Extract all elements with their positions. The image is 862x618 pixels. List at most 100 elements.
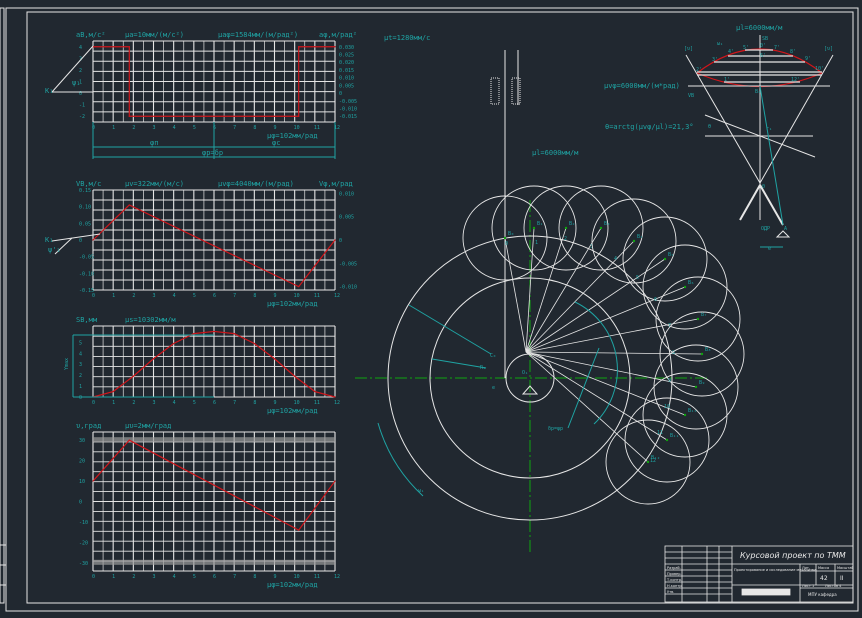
b-point <box>646 460 650 464</box>
mu-l-cam-label: μl=6000мм/м <box>532 149 579 157</box>
omega-top-label: ω₁ <box>717 41 723 47</box>
data-point <box>128 46 130 48</box>
ray-line <box>525 351 686 416</box>
b-point-label: B₃ <box>604 221 610 227</box>
profile-point-label: 9 <box>668 378 671 384</box>
x-tick-label: 2 <box>132 293 135 299</box>
x-tick-label: 8 <box>253 293 256 299</box>
b-point-label: B₀ <box>508 231 514 237</box>
b-point-label: B₅ <box>668 252 674 258</box>
top-point-label: 4' <box>728 49 734 55</box>
a-label: A <box>784 226 787 232</box>
y2-tick-label: 0 <box>339 91 342 97</box>
data-point <box>334 46 336 48</box>
x-tick-label: 10 <box>294 125 300 131</box>
y-tick-label: 2 <box>79 68 82 74</box>
ray-line <box>525 351 703 355</box>
profile-point-label: 12 <box>650 458 656 464</box>
profile-point-label: 11 <box>657 430 663 436</box>
title-block-scale: II <box>840 575 844 582</box>
y-tick-label: -0.15 <box>79 288 94 294</box>
title-block-role: Т.контр. <box>666 578 682 582</box>
top-point-label: 7' <box>774 45 780 51</box>
c0-dim <box>408 304 492 355</box>
ray-line <box>504 237 527 353</box>
psi-label: ψ₁ <box>72 79 80 87</box>
b-point <box>632 239 636 243</box>
data-point <box>112 390 114 393</box>
y2-tick-label: -0.010 <box>339 285 357 291</box>
b-point <box>694 385 698 389</box>
title-block-mass-header: Масса <box>818 566 829 570</box>
y2-tick-label: 0.005 <box>339 215 354 221</box>
e-label: e <box>768 246 771 252</box>
chart-2: 0 1 2 3 4 5 6 7 8 9 10 11 120.150.100.050-0.05-0.10-… <box>45 180 357 308</box>
x-tick-label: 12 <box>334 400 340 406</box>
b-point <box>564 226 568 230</box>
profile-point-label: 4 <box>614 256 617 262</box>
data-point <box>294 375 296 377</box>
delta-label: δр=φр <box>548 426 563 432</box>
data-point <box>298 115 300 117</box>
vb-label: VB <box>688 93 694 99</box>
x-tick-label: 9 <box>274 293 277 299</box>
b-point <box>700 352 704 356</box>
x-tick-label: 6 <box>213 125 216 131</box>
title-block-role: Разраб. <box>667 566 681 570</box>
k-label: K₁ <box>45 236 53 244</box>
y2-tick-label: 0.025 <box>339 52 354 58</box>
x-tick-label: 7 <box>233 574 236 580</box>
y2-axis-label: Vφ,м/рад <box>319 180 353 188</box>
phase-label: φп <box>150 139 158 147</box>
x-tick-label: 1 <box>112 293 115 299</box>
x-tick-label: 11 <box>314 293 320 299</box>
y-tick-label: -30 <box>79 561 88 567</box>
b-point <box>683 285 687 289</box>
delta-leader <box>567 347 600 429</box>
y-tick-label: 10 <box>79 479 85 485</box>
b-point <box>683 413 687 417</box>
y2-tick-label: -0.010 <box>339 107 357 113</box>
x-tick-label: 12 <box>334 574 340 580</box>
y-tick-label: 2 <box>79 373 82 379</box>
x-tick-label: 0 <box>92 400 95 406</box>
y2-axis-label: aφ,м/рад² <box>319 31 357 39</box>
x-tick-label: 9 <box>274 574 277 580</box>
y2-tick-label: 0.010 <box>339 76 354 82</box>
o1-label: O₁ <box>522 370 528 376</box>
x-tick-label: 1 <box>112 574 115 580</box>
x-tick-label: 1 <box>112 125 115 131</box>
phase-label: φр=δр <box>202 149 223 157</box>
x-tick-label: 2 <box>132 574 135 580</box>
b-point <box>503 236 507 240</box>
mu-l-top-label: μl=6000мм/м <box>736 24 783 32</box>
k-label: K₁ <box>45 87 53 95</box>
x-tick-label: 11 <box>314 125 320 131</box>
y2-tick-label: 0.010 <box>339 191 354 197</box>
y-tick-label: -20 <box>79 540 88 546</box>
pressure-angle-diagram <box>685 35 834 248</box>
title-block-org: МПУ кафедра <box>808 592 837 597</box>
chart-3: 0 1 2 3 4 5 6 7 8 9 10 11 12543210SB,мм μs=10302мм/мμ… <box>64 316 340 415</box>
title-block-sheet: Лист 1 <box>802 584 814 588</box>
ymax-label: Ymax <box>64 358 70 370</box>
y2-scale-label: μaφ=1584мм/(м/рад²) <box>218 31 298 39</box>
y-scale-label: μa=10мм/(м/с²) <box>125 31 184 39</box>
theta-small-label: θ <box>708 124 711 130</box>
x-tick-label: 7 <box>233 400 236 406</box>
x-scale-label: μφ=102мм/рад <box>267 300 318 308</box>
x-tick-label: 8 <box>253 400 256 406</box>
data-point <box>298 529 300 531</box>
o-label: 0 <box>762 184 765 190</box>
data-point <box>273 358 276 360</box>
b-point-label: B₆ <box>688 280 694 286</box>
c0-label: C₀ <box>490 353 496 359</box>
x-tick-label: 8 <box>253 125 256 131</box>
ray-line <box>525 258 666 353</box>
guide-hatch <box>490 77 500 105</box>
data-point <box>253 342 255 345</box>
x-tick-label: 7 <box>233 125 236 131</box>
y-tick-label: 30 <box>79 438 85 444</box>
y2-tick-label: 0 <box>339 238 342 244</box>
b-point-label: B₄ <box>637 234 643 240</box>
